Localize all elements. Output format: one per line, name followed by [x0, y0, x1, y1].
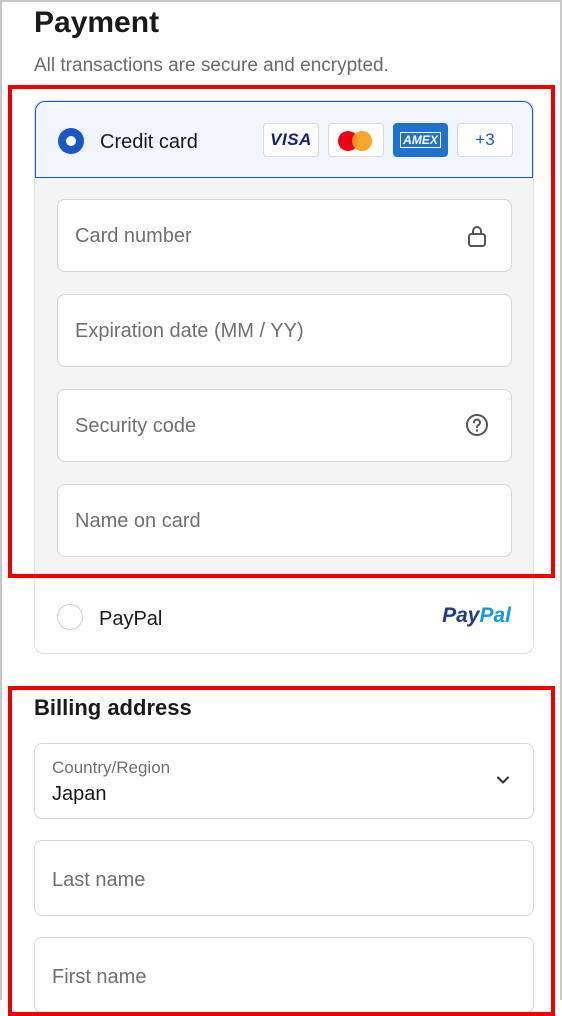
card-number-field[interactable]: Card number	[57, 199, 512, 272]
credit-card-option[interactable]: Credit card VISA AMEX +3	[35, 101, 533, 178]
lock-icon	[468, 226, 486, 247]
amex-logo: AMEX	[393, 123, 448, 157]
credit-card-form: Card number Expiration date (MM / YY) Se…	[35, 178, 533, 577]
security-code-placeholder: Security code	[75, 415, 197, 437]
paypal-radio[interactable]	[57, 604, 83, 630]
expiration-date-field[interactable]: Expiration date (MM / YY)	[57, 294, 512, 367]
payment-methods-card: Credit card VISA AMEX +3 Card number Exp…	[34, 100, 534, 654]
credit-card-radio[interactable]	[58, 128, 84, 154]
name-on-card-placeholder: Name on card	[75, 510, 201, 532]
credit-card-label: Credit card	[100, 131, 198, 153]
paypal-logo: PayPal	[442, 604, 511, 628]
paypal-logo-pay: Pay	[442, 604, 480, 627]
mastercard-circle-orange	[352, 131, 372, 151]
expiration-placeholder: Expiration date (MM / YY)	[75, 320, 304, 342]
paypal-logo-pal: Pal	[479, 604, 511, 627]
visa-logo: VISA	[263, 123, 319, 157]
paypal-label: PayPal	[99, 608, 163, 630]
first-name-placeholder: First name	[52, 966, 147, 988]
paypal-option[interactable]: PayPal PayPal	[35, 577, 533, 653]
chevron-down-icon	[497, 776, 509, 784]
country-select[interactable]: Country/Region Japan	[34, 743, 534, 819]
mastercard-logo	[328, 123, 384, 157]
first-name-field[interactable]: First name	[34, 937, 534, 1013]
payment-subtitle: All transactions are secure and encrypte…	[34, 55, 389, 76]
billing-address-heading: Billing address	[34, 695, 192, 720]
last-name-field[interactable]: Last name	[34, 840, 534, 916]
country-value: Japan	[52, 783, 107, 805]
amex-text: AMEX	[400, 132, 441, 148]
name-on-card-field[interactable]: Name on card	[57, 484, 512, 557]
question-circle-icon[interactable]	[465, 413, 489, 439]
country-label: Country/Region	[52, 758, 171, 777]
last-name-placeholder: Last name	[52, 869, 146, 891]
page-title: Payment	[34, 6, 160, 39]
card-number-placeholder: Card number	[75, 225, 192, 247]
security-code-field[interactable]: Security code	[57, 389, 512, 462]
more-cards-badge: +3	[457, 123, 513, 157]
